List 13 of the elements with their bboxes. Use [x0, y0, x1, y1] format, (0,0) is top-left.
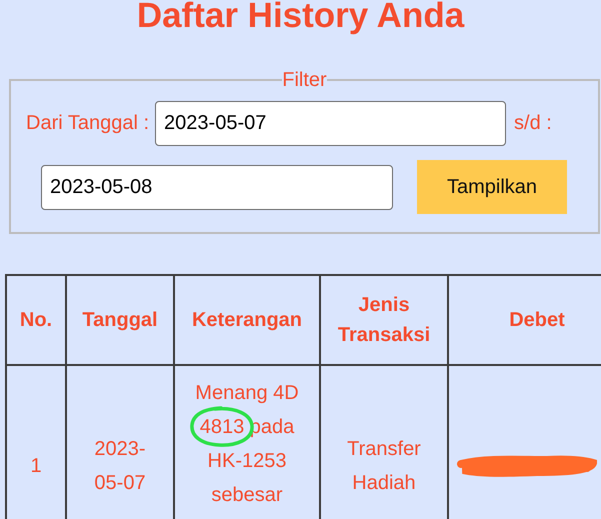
- to-date-field[interactable]: 2023-05-08: [41, 164, 393, 210]
- column-header: Tanggal: [66, 275, 174, 365]
- to-date-label: s/d :: [514, 112, 552, 135]
- column-header: Jenis Transaksi: [320, 275, 448, 365]
- column-header: No.: [6, 275, 66, 365]
- filter-legend: Filter: [282, 69, 327, 91]
- column-header: Debet: [448, 275, 601, 365]
- page-title: Daftar History Anda: [136, 0, 466, 36]
- column-header: Keterangan: [174, 275, 320, 365]
- from-date-field[interactable]: 2023-05-07: [155, 101, 506, 146]
- show-button[interactable]: Tampilkan: [417, 160, 567, 214]
- from-date-label: Dari Tanggal :: [26, 112, 150, 135]
- table-cell: 1: [6, 365, 66, 519]
